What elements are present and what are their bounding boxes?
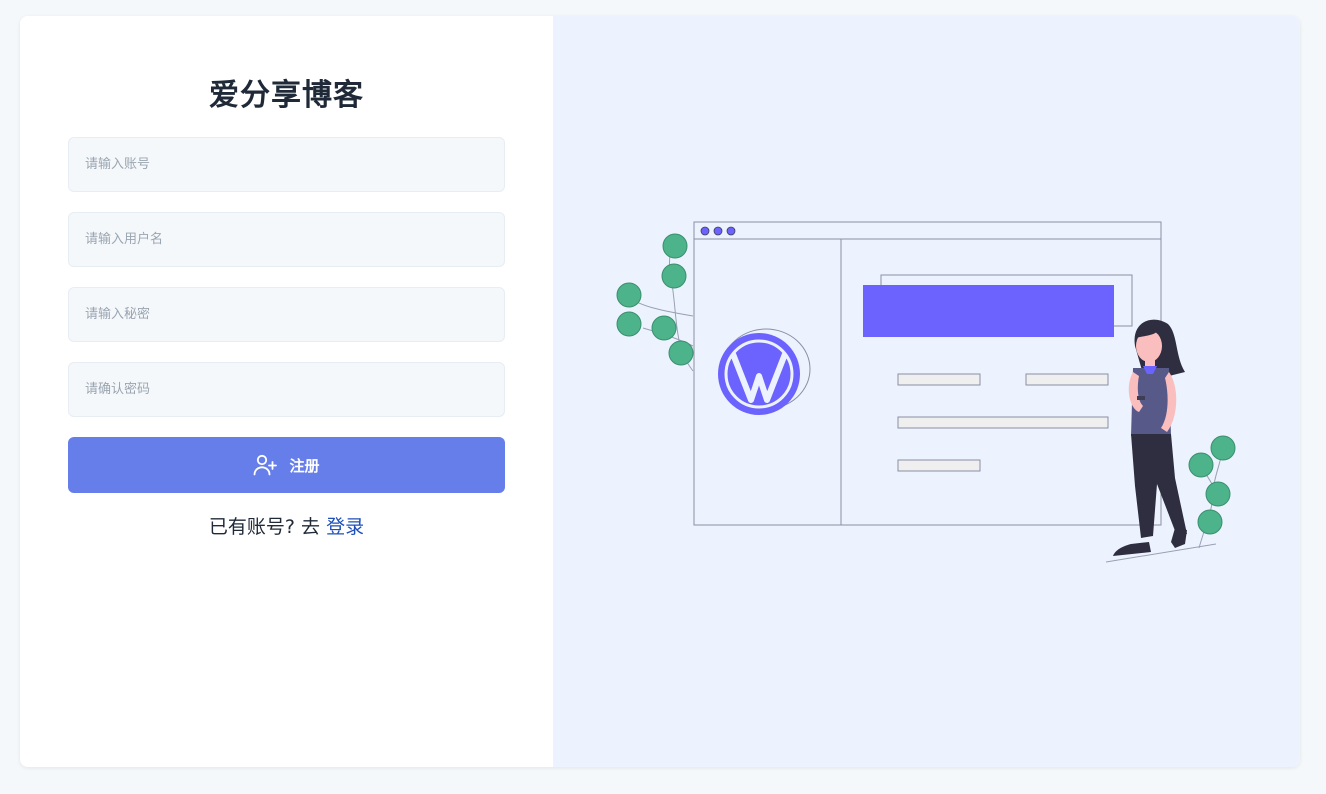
register-button-label: 注册 (289, 456, 320, 475)
username-input[interactable] (68, 212, 505, 267)
blog-illustration (616, 221, 1236, 563)
login-prompt: 已有账号? 去 登录 (20, 512, 553, 539)
right-plant-illustration (1188, 435, 1236, 549)
have-account-text: 已有账号? 去 (208, 516, 321, 538)
register-card: 爱分享博客 注册 已有账号? 去 登录 (20, 16, 1300, 767)
user-plus-icon (253, 454, 278, 476)
register-form-panel: 爱分享博客 注册 已有账号? 去 登录 (20, 16, 553, 767)
illustration-panel (553, 16, 1300, 767)
confirm-password-input[interactable] (68, 362, 505, 417)
account-input[interactable] (68, 137, 505, 192)
login-link[interactable]: 登录 (326, 516, 364, 538)
page-title: 爱分享博客 (209, 78, 364, 113)
password-input[interactable] (68, 287, 505, 342)
browser-window-illustration (693, 221, 1162, 526)
register-button[interactable]: 注册 (68, 437, 505, 493)
left-plant-illustration (616, 233, 694, 372)
